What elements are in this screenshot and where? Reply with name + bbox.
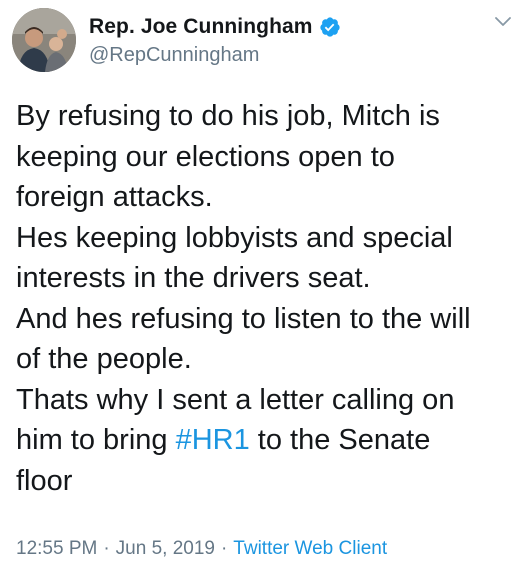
tweet-line: Thats why I sent a letter calling on [16,383,455,416]
author-block: Rep. Joe Cunningham @RepCunningham [89,13,341,67]
tweet-line-text: him to bring [16,424,176,456]
tweet-date[interactable]: Jun 5, 2019 [116,538,215,559]
tweet-line: Hes keeping lobbyists and special [16,221,453,254]
chevron-down-icon[interactable] [493,14,513,28]
tweet-line: interests in the drivers seat. [16,262,371,294]
tweet-metadata: 12:55 PM · Jun 5, 2019 · Twitter Web Client [16,538,387,560]
name-row: Rep. Joe Cunningham [89,13,341,41]
tweet-text: By refusing to do his job, Mitch is keep… [16,96,521,501]
profile-photo [12,8,76,72]
tweet-card: Rep. Joe Cunningham @RepCunningham By re… [0,0,529,574]
verified-badge-icon [319,17,340,37]
tweet-line: By refusing to do his job, Mitch is [16,100,440,132]
tweet-line-text: to the Senate [249,424,431,456]
tweet-line: of the people. [16,343,192,375]
avatar[interactable] [12,8,76,72]
tweet-line: floor [16,464,73,497]
source-link[interactable]: Twitter Web Client [233,538,387,559]
display-name[interactable]: Rep. Joe Cunningham [89,15,313,39]
separator: · [103,538,110,559]
handle[interactable]: @RepCunningham [89,44,341,67]
tweet-line: him to bring #HR1 to the Senate [16,420,521,461]
hashtag-link[interactable]: #HR1 [176,424,250,456]
separator: · [220,538,228,559]
tweet-time[interactable]: 12:55 PM [16,538,97,559]
tweet-line: foreign attacks. [16,181,213,213]
tweet-line: keeping our elections open to [16,140,395,173]
tweet-line: And hes refusing to listen to the will [16,302,471,335]
